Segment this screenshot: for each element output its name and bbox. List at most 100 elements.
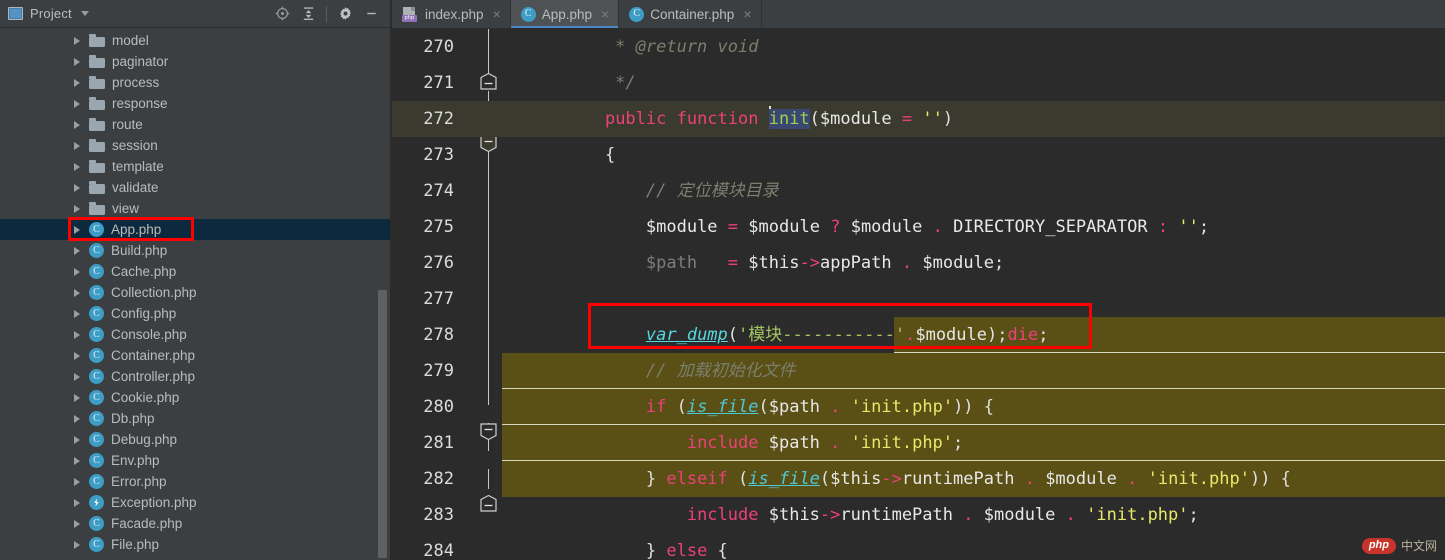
php-class-icon: C	[89, 453, 104, 468]
locate-in-tree-icon[interactable]	[269, 2, 295, 26]
editor-tab-bar: php index.php × C App.php × C Container.php ×	[392, 0, 1445, 29]
chevron-right-icon[interactable]	[74, 330, 80, 339]
line-number: 284	[423, 541, 454, 560]
close-icon[interactable]: ×	[601, 7, 609, 21]
tree-item-label: Collection.php	[111, 285, 197, 300]
tree-item-env-php[interactable]: C Env.php	[0, 450, 390, 471]
toolbar-divider	[326, 5, 327, 22]
chevron-right-icon[interactable]	[74, 519, 80, 528]
code-line[interactable]: 271 */	[392, 65, 1445, 101]
code-line[interactable]: 276 $path = $this->appPath . $module;	[392, 245, 1445, 281]
tree-item-label: Debug.php	[111, 432, 178, 447]
folder-icon	[89, 160, 105, 173]
code-editor[interactable]: 270 * @return void 271 */ 272 public fun…	[392, 29, 1445, 560]
tree-item-container-php[interactable]: C Container.php	[0, 345, 390, 366]
collapse-all-icon[interactable]	[295, 2, 321, 26]
close-icon[interactable]: ×	[743, 7, 751, 21]
tree-item-cache-php[interactable]: C Cache.php	[0, 261, 390, 282]
code-line[interactable]: 283 include $this->runtimePath . $module…	[392, 497, 1445, 533]
watermark: php 中文网	[1361, 537, 1437, 554]
code-line[interactable]: 280 if (is_file($path . 'init.php')) {	[392, 389, 1445, 425]
tree-item-config-php[interactable]: C Config.php	[0, 303, 390, 324]
tree-item-console-php[interactable]: C Console.php	[0, 324, 390, 345]
editor-tab-app-php[interactable]: C App.php ×	[510, 0, 620, 28]
chevron-right-icon[interactable]	[74, 225, 80, 234]
line-number: 281	[423, 433, 454, 453]
chevron-right-icon[interactable]	[74, 288, 80, 297]
line-content: * @return void	[564, 37, 759, 57]
code-line[interactable]: 275 $module = $module ? $module . DIRECT…	[392, 209, 1445, 245]
line-content: include $this->runtimePath . $module . '…	[686, 505, 1199, 525]
tree-item-response[interactable]: response	[0, 93, 390, 114]
php-class-icon: C	[89, 474, 104, 489]
tree-item-build-php[interactable]: C Build.php	[0, 240, 390, 261]
chevron-right-icon[interactable]	[74, 120, 80, 129]
chevron-right-icon[interactable]	[74, 456, 80, 465]
code-line[interactable]: 281 include $path . 'init.php';	[392, 425, 1445, 461]
tree-item-route[interactable]: route	[0, 114, 390, 135]
chevron-right-icon[interactable]	[74, 435, 80, 444]
chevron-right-icon[interactable]	[74, 372, 80, 381]
line-content: // 定位模块目录	[564, 181, 779, 201]
code-line[interactable]: 284 } else {	[392, 533, 1445, 560]
tree-item-template[interactable]: template	[0, 156, 390, 177]
project-title-group[interactable]: Project	[8, 6, 269, 21]
tree-item-collection-php[interactable]: C Collection.php	[0, 282, 390, 303]
chevron-right-icon[interactable]	[74, 36, 80, 45]
code-line[interactable]: 279 // 加载初始化文件	[392, 353, 1445, 389]
close-icon[interactable]: ×	[493, 7, 501, 21]
code-line[interactable]: 277	[392, 281, 1445, 317]
chevron-right-icon[interactable]	[74, 309, 80, 318]
chevron-right-icon[interactable]	[74, 498, 80, 507]
chevron-right-icon[interactable]	[74, 78, 80, 87]
chevron-right-icon[interactable]	[74, 393, 80, 402]
editor-tab-index-php[interactable]: php index.php ×	[392, 0, 511, 28]
chevron-right-icon[interactable]	[74, 183, 80, 192]
tree-item-session[interactable]: session	[0, 135, 390, 156]
code-line[interactable]: 273 {	[392, 137, 1445, 173]
project-file-tree[interactable]: model paginator process response route sessio…	[0, 28, 390, 560]
code-line[interactable]: 278 var_dump('模块-----------'.$module);di…	[392, 317, 1445, 353]
chevron-right-icon[interactable]	[74, 99, 80, 108]
tree-item-cookie-php[interactable]: C Cookie.php	[0, 387, 390, 408]
code-line[interactable]: 282 } elseif (is_file($this->runtimePath…	[392, 461, 1445, 497]
tree-item-error-php[interactable]: C Error.php	[0, 471, 390, 492]
tree-item-controller-php[interactable]: C Controller.php	[0, 366, 390, 387]
editor-tab-container-php[interactable]: C Container.php ×	[619, 0, 762, 28]
chevron-down-icon[interactable]	[80, 11, 89, 16]
chevron-right-icon[interactable]	[74, 414, 80, 423]
chevron-right-icon[interactable]	[74, 267, 80, 276]
tree-item-facade-php[interactable]: C Facade.php	[0, 513, 390, 534]
chevron-right-icon[interactable]	[74, 57, 80, 66]
line-content: public function init($module = '')	[564, 101, 953, 137]
tree-item-model[interactable]: model	[0, 30, 390, 51]
line-content: {	[564, 145, 616, 165]
tree-item-exception-php[interactable]: Exception.php	[0, 492, 390, 513]
tree-item-label: Env.php	[111, 453, 160, 468]
chevron-right-icon[interactable]	[74, 351, 80, 360]
folder-icon	[89, 181, 105, 194]
tree-item-file-php[interactable]: C File.php	[0, 534, 390, 555]
tree-item-app-php[interactable]: C App.php	[0, 219, 390, 240]
chevron-right-icon[interactable]	[74, 204, 80, 213]
tree-item-view[interactable]: view	[0, 198, 390, 219]
tree-item-process[interactable]: process	[0, 72, 390, 93]
minimize-icon[interactable]	[358, 2, 384, 26]
code-line[interactable]: 270 * @return void	[392, 29, 1445, 65]
chevron-right-icon[interactable]	[74, 477, 80, 486]
code-line[interactable]: 274 // 定位模块目录	[392, 173, 1445, 209]
tree-item-paginator[interactable]: paginator	[0, 51, 390, 72]
tree-item-db-php[interactable]: C Db.php	[0, 408, 390, 429]
gear-icon[interactable]	[332, 2, 358, 26]
chevron-right-icon[interactable]	[74, 246, 80, 255]
code-line-current[interactable]: 272 public function init($module = '')	[392, 101, 1445, 137]
editor-area: php index.php × C App.php × C Container.php ×	[392, 0, 1445, 560]
php-class-icon: C	[89, 516, 104, 531]
ide-window: Project model paginator process response…	[0, 0, 1445, 560]
tree-item-label: Cookie.php	[111, 390, 180, 405]
chevron-right-icon[interactable]	[74, 540, 80, 549]
chevron-right-icon[interactable]	[74, 162, 80, 171]
tree-item-validate[interactable]: validate	[0, 177, 390, 198]
tree-item-debug-php[interactable]: C Debug.php	[0, 429, 390, 450]
chevron-right-icon[interactable]	[74, 141, 80, 150]
